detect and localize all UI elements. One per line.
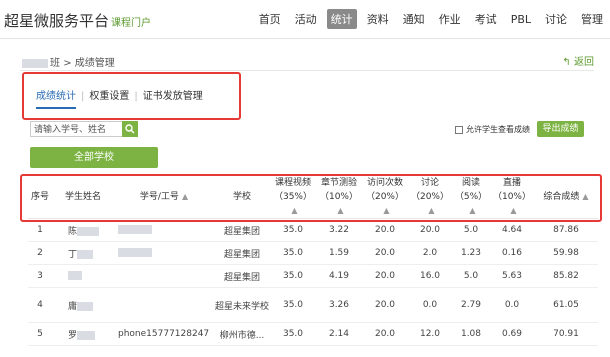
header-divider xyxy=(20,70,594,71)
back-link[interactable]: ↰ 返回 xyxy=(562,53,594,68)
brand-subtitle: 课程门户 xyxy=(111,18,152,29)
cell-name: 丁 xyxy=(52,241,114,265)
nav-home[interactable]: 首页 xyxy=(259,11,281,27)
nav-pbl[interactable]: PBL xyxy=(511,13,531,26)
cell-quiz: 4.19 xyxy=(316,264,362,288)
redacted-name xyxy=(77,226,100,236)
redacted-class-name xyxy=(22,58,48,68)
nav-exam[interactable]: 考试 xyxy=(475,11,497,27)
nav-activity[interactable]: 活动 xyxy=(295,11,317,27)
checkbox-icon[interactable] xyxy=(455,125,463,134)
cell-live: 5.63 xyxy=(490,264,534,288)
cell-total: 59.98 xyxy=(534,241,598,265)
cell-school: 超星未来学校 xyxy=(214,287,270,323)
allow-view-score-checkbox[interactable]: 允许学生查看成绩 xyxy=(455,124,530,135)
table-row[interactable]: 4 庸 超星未来学校 35.0 3.26 20.0 0.0 2.79 0.0 6… xyxy=(28,287,598,323)
cell-live: 0.0 xyxy=(490,287,534,323)
cell-no: 3 xyxy=(28,264,52,288)
cell-name-text: 罗 xyxy=(68,330,78,341)
export-score-button[interactable]: 导出成绩 xyxy=(537,121,584,137)
cell-live: 0.69 xyxy=(490,322,534,346)
redacted-name xyxy=(68,271,82,280)
search-icon xyxy=(125,124,135,134)
main-nav: 首页 活动 统计 资料 通知 作业 考试 PBL 讨论 管理 xyxy=(252,0,610,38)
cell-student-id xyxy=(114,287,214,323)
cell-student-id: phone15777128247 xyxy=(114,322,214,346)
cell-video: 35.0 xyxy=(270,287,316,323)
cell-school: 柳州市德... xyxy=(214,322,270,346)
all-school-button[interactable]: 全部学校 xyxy=(30,147,158,168)
cell-name-text: 庸 xyxy=(68,301,78,312)
cell-live: 0.16 xyxy=(490,241,534,265)
redacted-id xyxy=(118,225,152,234)
search-input[interactable]: 请输入学号、姓名 xyxy=(30,121,137,137)
highlight-box-tabs xyxy=(22,72,241,120)
cell-discussion: 16.0 xyxy=(408,264,452,288)
cell-student-id xyxy=(114,241,214,265)
cell-name: 罗 xyxy=(52,322,114,346)
table-row[interactable]: 5 罗 phone15777128247 柳州市德... 35.0 2.14 2… xyxy=(28,322,598,346)
cell-visits: 20.0 xyxy=(362,322,408,346)
cell-reading: 1.08 xyxy=(452,322,490,346)
cell-total: 70.91 xyxy=(534,322,598,346)
cell-total: 61.05 xyxy=(534,287,598,323)
table-row[interactable]: 3 超星集团 35.0 4.19 20.0 16.0 5.0 5.63 85.8… xyxy=(28,264,598,288)
cell-name-text: 丁 xyxy=(68,249,78,260)
cell-total: 85.82 xyxy=(534,264,598,288)
table-row[interactable]: 2 丁 超星集团 35.0 1.59 20.0 2.0 1.23 0.16 59… xyxy=(28,241,598,265)
cell-name xyxy=(52,264,114,288)
breadcrumb-class[interactable]: 班 xyxy=(50,58,60,69)
redacted-id xyxy=(118,248,152,257)
nav-notice[interactable]: 通知 xyxy=(403,11,425,27)
back-icon: ↰ xyxy=(562,57,571,68)
cell-school: 超星集团 xyxy=(214,264,270,288)
cell-school: 超星集团 xyxy=(214,241,270,265)
nav-management[interactable]: 管理 xyxy=(581,11,603,27)
cell-reading: 5.0 xyxy=(452,264,490,288)
brand-title: 超星微服务平台 xyxy=(4,12,110,30)
redacted-name xyxy=(77,301,94,311)
cell-quiz: 3.26 xyxy=(316,287,362,323)
cell-visits: 20.0 xyxy=(362,287,408,323)
cell-visits: 20.0 xyxy=(362,241,408,265)
breadcrumb-current: 成绩管理 xyxy=(74,58,115,69)
cell-video: 35.0 xyxy=(270,241,316,265)
back-label: 返回 xyxy=(574,57,594,68)
nav-statistics[interactable]: 统计 xyxy=(326,9,357,29)
checkbox-label: 允许学生查看成绩 xyxy=(466,125,530,134)
redacted-name xyxy=(77,330,96,340)
brand-logo[interactable]: 超星微服务平台 课程门户 xyxy=(4,10,151,31)
cell-discussion: 2.0 xyxy=(408,241,452,265)
search-button[interactable] xyxy=(122,121,138,137)
cell-name: 庸 xyxy=(52,287,114,323)
cell-quiz: 1.59 xyxy=(316,241,362,265)
cell-video: 35.0 xyxy=(270,264,316,288)
highlight-box-table-header xyxy=(20,174,602,222)
cell-no: 4 xyxy=(28,287,52,323)
cell-video: 35.0 xyxy=(270,322,316,346)
cell-reading: 1.23 xyxy=(452,241,490,265)
nav-resources[interactable]: 资料 xyxy=(367,11,389,27)
cell-name-text: 陈 xyxy=(68,226,78,237)
cell-no: 5 xyxy=(28,322,52,346)
redacted-name xyxy=(77,249,94,259)
nav-homework[interactable]: 作业 xyxy=(439,11,461,27)
cell-quiz: 2.14 xyxy=(316,322,362,346)
breadcrumb-separator: > xyxy=(63,58,72,69)
nav-discussion[interactable]: 讨论 xyxy=(545,11,567,27)
cell-visits: 20.0 xyxy=(362,264,408,288)
cell-student-id xyxy=(114,264,214,288)
cell-discussion: 0.0 xyxy=(408,287,452,323)
top-navigation-bar: 超星微服务平台 课程门户 首页 活动 统计 资料 通知 作业 考试 PBL 讨论 … xyxy=(0,0,610,39)
cell-discussion: 12.0 xyxy=(408,322,452,346)
breadcrumb: 班 > 成绩管理 xyxy=(22,54,115,69)
cell-no: 2 xyxy=(28,241,52,265)
cell-reading: 2.79 xyxy=(452,287,490,323)
